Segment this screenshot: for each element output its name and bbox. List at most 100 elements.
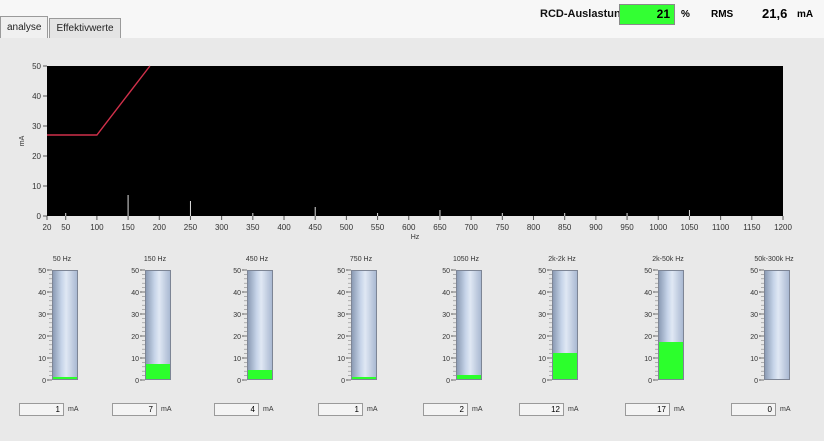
gauge-fill [53,376,77,379]
x-tick-label: 300 [215,223,229,232]
gauge-title: 750 Hz [349,256,373,263]
y-tick-label: 40 [32,92,41,101]
gauge-tick-label: 30 [337,312,345,319]
x-tick-label: 250 [184,223,198,232]
gauge-title: 450 Hz [245,256,269,263]
gauge-title: 50 Hz [52,256,72,263]
gauge-unit: mA [68,406,79,413]
gauge-tick-label: 0 [42,378,46,385]
gauge-fill [352,376,376,379]
gauge-tick-label: 50 [131,268,139,275]
gauge-tick-label: 40 [442,290,450,297]
gauge-tick-label: 50 [750,268,758,275]
tab-analyse[interactable]: analyse [0,16,49,38]
gauge-title: 2k-2k Hz [548,256,576,263]
rms-unit: mA [797,9,814,20]
y-tick-label: 0 [37,212,42,221]
current-gauge: 2k-50k Hz 0 10 20 30 40 50 17 mA [618,256,718,421]
current-gauge: 750 Hz 0 10 20 30 40 50 1 mA [311,256,411,421]
gauge-fill [457,374,481,379]
gauge-tick-label: 20 [337,334,345,341]
x-tick-label: 450 [309,223,323,232]
rms-value: 21,6 [762,6,788,21]
gauge-tick-label: 50 [442,268,450,275]
x-tick-label: 1000 [649,223,667,232]
gauge-tick-label: 40 [337,290,345,297]
gauge-tick-label: 40 [750,290,758,297]
x-tick-label: 400 [277,223,291,232]
gauge-tick-label: 40 [644,290,652,297]
gauge-tick-label: 30 [644,312,652,319]
x-tick-label: 650 [433,223,447,232]
gauge-tick-label: 0 [754,378,758,385]
gauge-tube [552,270,578,380]
x-tick-label: 500 [340,223,354,232]
gauge-unit: mA [780,406,791,413]
x-tick-label: 1050 [681,223,699,232]
gauge-tube [145,270,171,380]
current-gauge: 50k-300k Hz 0 10 20 30 40 50 0 mA [724,256,824,421]
gauge-tick-label: 0 [648,378,652,385]
x-tick-label: 550 [371,223,385,232]
gauge-tube [658,270,684,380]
spectrum-graph: 20 50 100 150 200 250 300 350 400 450 500 550 600 650… [19,62,792,241]
current-gauge: 2k-2k Hz 0 10 20 30 40 50 12 mA [512,256,612,421]
gauge-tick-label: 20 [233,334,241,341]
gauge-fill [146,363,170,379]
x-tick-label: 900 [589,223,603,232]
gauge-tick-label: 0 [341,378,345,385]
gauge-tick-label: 10 [644,356,652,363]
gauge-value: 0 [731,403,776,416]
gauge-tick-label: 30 [442,312,450,319]
gauge-tick-label: 0 [135,378,139,385]
current-gauge: 1050 Hz 0 10 20 30 40 50 2 mA [416,256,516,421]
gauge-tick-label: 10 [337,356,345,363]
gauge-tick-label: 10 [750,356,758,363]
gauge-tick-label: 40 [538,290,546,297]
x-tick-label: 1200 [774,223,792,232]
gauge-tick-label: 10 [233,356,241,363]
gauge-tick-label: 30 [750,312,758,319]
gauge-fill [553,353,577,379]
gauge-value: 12 [519,403,564,416]
gauge-tick-label: 20 [38,334,46,341]
gauge-tick-label: 50 [337,268,345,275]
x-tick-label: 950 [620,223,634,232]
x-tick-label: 1150 [743,223,761,232]
gauge-unit: mA [367,406,378,413]
gauge-tube [351,270,377,380]
gauge-tube [52,270,78,380]
gauge-tick-label: 40 [233,290,241,297]
gauge-value: 1 [19,403,64,416]
x-tick-label: 600 [402,223,416,232]
gauge-unit: mA [568,406,579,413]
x-axis-label: Hz [411,234,420,241]
gauge-tick-label: 10 [38,356,46,363]
gauge-title: 1050 Hz [452,256,480,263]
gauge-tube [247,270,273,380]
gauge-value: 7 [112,403,157,416]
gauge-tick-label: 20 [538,334,546,341]
tab-effektivwerte[interactable]: Effektivwerte [49,18,121,38]
gauge-tick-label: 10 [131,356,139,363]
y-tick-label: 20 [32,152,41,161]
tab-strip: analyse Effektivwerte [0,16,122,38]
gauge-tick-label: 0 [237,378,241,385]
rcd-unit: % [681,9,690,20]
gauge-fill [659,342,683,379]
x-tick-label: 1100 [712,223,730,232]
gauge-title: 150 Hz [143,256,167,263]
gauge-tube [456,270,482,380]
gauge-tick-label: 50 [644,268,652,275]
x-tick-label: 850 [558,223,572,232]
gauge-tick-label: 20 [750,334,758,341]
gauge-unit: mA [674,406,685,413]
gauge-tick-label: 30 [233,312,241,319]
gauge-value: 17 [625,403,670,416]
gauge-unit: mA [161,406,172,413]
plot-area [47,66,783,216]
gauge-title: 50k-300k Hz [754,256,794,263]
gauge-tick-label: 50 [538,268,546,275]
gauge-tick-label: 20 [442,334,450,341]
gauge-tick-label: 10 [442,356,450,363]
